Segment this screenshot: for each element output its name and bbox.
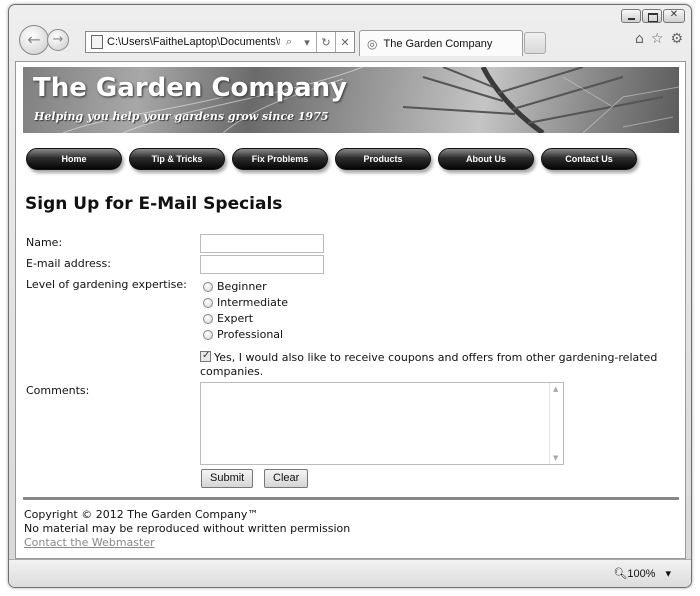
- submit-button[interactable]: Submit: [201, 469, 254, 488]
- comments-textarea[interactable]: ▲ ▼: [200, 382, 564, 465]
- radio-label: Beginner: [217, 280, 267, 293]
- forward-button[interactable]: →: [47, 29, 69, 51]
- notice-text: No material may be reproduced without wr…: [24, 522, 351, 535]
- site-tagline: Helping you help your gardens grow since…: [34, 110, 329, 123]
- radio-button[interactable]: [203, 281, 213, 292]
- expertise-label: Level of gardening expertise:: [26, 278, 187, 291]
- radio-option[interactable]: Professional: [203, 328, 283, 341]
- name-label: Name:: [26, 236, 63, 249]
- site-title: The Garden Company: [33, 73, 348, 103]
- nav-fix-problems[interactable]: Fix Problems: [232, 148, 328, 170]
- browser-toolbar-icons: ⌂ ☆ ⚙: [635, 31, 683, 47]
- ie-page-icon: ◎: [367, 36, 378, 51]
- status-bar: 🔍︎100% ▾: [9, 559, 691, 587]
- opt-in-checkbox[interactable]: [200, 349, 211, 363]
- home-icon[interactable]: ⌂: [635, 31, 644, 47]
- address-text[interactable]: C:\Users\FaitheLaptop\Documents\t: [107, 36, 280, 48]
- email-field[interactable]: [200, 255, 324, 274]
- radio-option[interactable]: Beginner: [203, 280, 267, 293]
- radio-option[interactable]: Expert: [203, 312, 253, 325]
- minimize-button[interactable]: [621, 9, 641, 23]
- footer: Copyright © 2012 The Garden Company™ No …: [24, 508, 350, 550]
- back-button[interactable]: ←: [19, 25, 49, 55]
- opt-in-row: Yes, I would also like to receive coupon…: [200, 349, 680, 379]
- page-icon: [91, 35, 103, 49]
- name-field[interactable]: [200, 234, 324, 253]
- zoom-control[interactable]: 🔍︎100% ▾: [613, 567, 671, 580]
- close-window-button[interactable]: [663, 9, 685, 23]
- nav-tips-tricks[interactable]: Tip & Tricks: [129, 148, 225, 170]
- address-bar[interactable]: C:\Users\FaitheLaptop\Documents\t ⌕ ▾ ↻ …: [85, 31, 355, 53]
- stop-icon[interactable]: ✕: [336, 36, 354, 49]
- search-icon[interactable]: ⌕: [280, 35, 298, 49]
- nav-about-us[interactable]: About Us: [438, 148, 534, 170]
- refresh-icon[interactable]: ↻: [317, 36, 335, 49]
- email-label: E-mail address:: [26, 257, 111, 270]
- zoom-level: 100%: [627, 568, 656, 580]
- radio-label: Expert: [217, 312, 254, 325]
- scrollbar[interactable]: ▲ ▼: [549, 383, 563, 464]
- scroll-down-icon[interactable]: ▼: [553, 454, 558, 462]
- scroll-up-icon[interactable]: ▲: [553, 385, 558, 393]
- radio-button[interactable]: [203, 313, 213, 324]
- radio-option[interactable]: Intermediate: [203, 296, 288, 309]
- nav-home[interactable]: Home: [26, 148, 122, 170]
- address-tools: ⌕ ▾ ↻ ✕: [280, 32, 354, 52]
- zoom-icon: 🔍︎: [613, 568, 628, 580]
- tab-title: The Garden Company: [383, 37, 493, 50]
- back-arrow-icon: ←: [27, 30, 41, 49]
- radio-button[interactable]: [203, 297, 213, 308]
- gear-icon[interactable]: ⚙: [670, 31, 683, 47]
- comments-label: Comments:: [26, 384, 90, 397]
- footer-divider: [23, 497, 679, 500]
- browser-window: ← → C:\Users\FaitheLaptop\Documents\t ⌕ …: [8, 4, 692, 588]
- zoom-dropdown-icon[interactable]: ▾: [665, 567, 671, 580]
- nav-products[interactable]: Products: [335, 148, 431, 170]
- webmaster-link[interactable]: Contact the Webmaster: [24, 536, 155, 549]
- radio-button[interactable]: [203, 329, 213, 340]
- browser-tab[interactable]: ◎ The Garden Company: [359, 30, 523, 56]
- copyright-text: Copyright © 2012 The Garden Company™: [24, 508, 259, 521]
- nav-contact-us[interactable]: Contact Us: [541, 148, 637, 170]
- site-banner: The Garden Company Helping you help your…: [23, 67, 679, 133]
- maximize-button[interactable]: [642, 9, 662, 23]
- main-nav: Home Tip & Tricks Fix Problems Products …: [26, 148, 637, 170]
- dropdown-arrow-icon[interactable]: ▾: [298, 36, 316, 49]
- page-title: Sign Up for E-Mail Specials: [25, 194, 283, 214]
- opt-in-label: Yes, I would also like to receive coupon…: [200, 351, 658, 378]
- new-tab-button[interactable]: [524, 32, 546, 54]
- page-viewport: The Garden Company Helping you help your…: [15, 61, 686, 559]
- favorites-star-icon[interactable]: ☆: [651, 31, 664, 47]
- radio-label: Professional: [217, 328, 284, 341]
- radio-label: Intermediate: [217, 296, 288, 309]
- forward-arrow-icon: →: [52, 32, 64, 47]
- clear-button[interactable]: Clear: [264, 469, 309, 488]
- window-caption-buttons: [620, 9, 685, 23]
